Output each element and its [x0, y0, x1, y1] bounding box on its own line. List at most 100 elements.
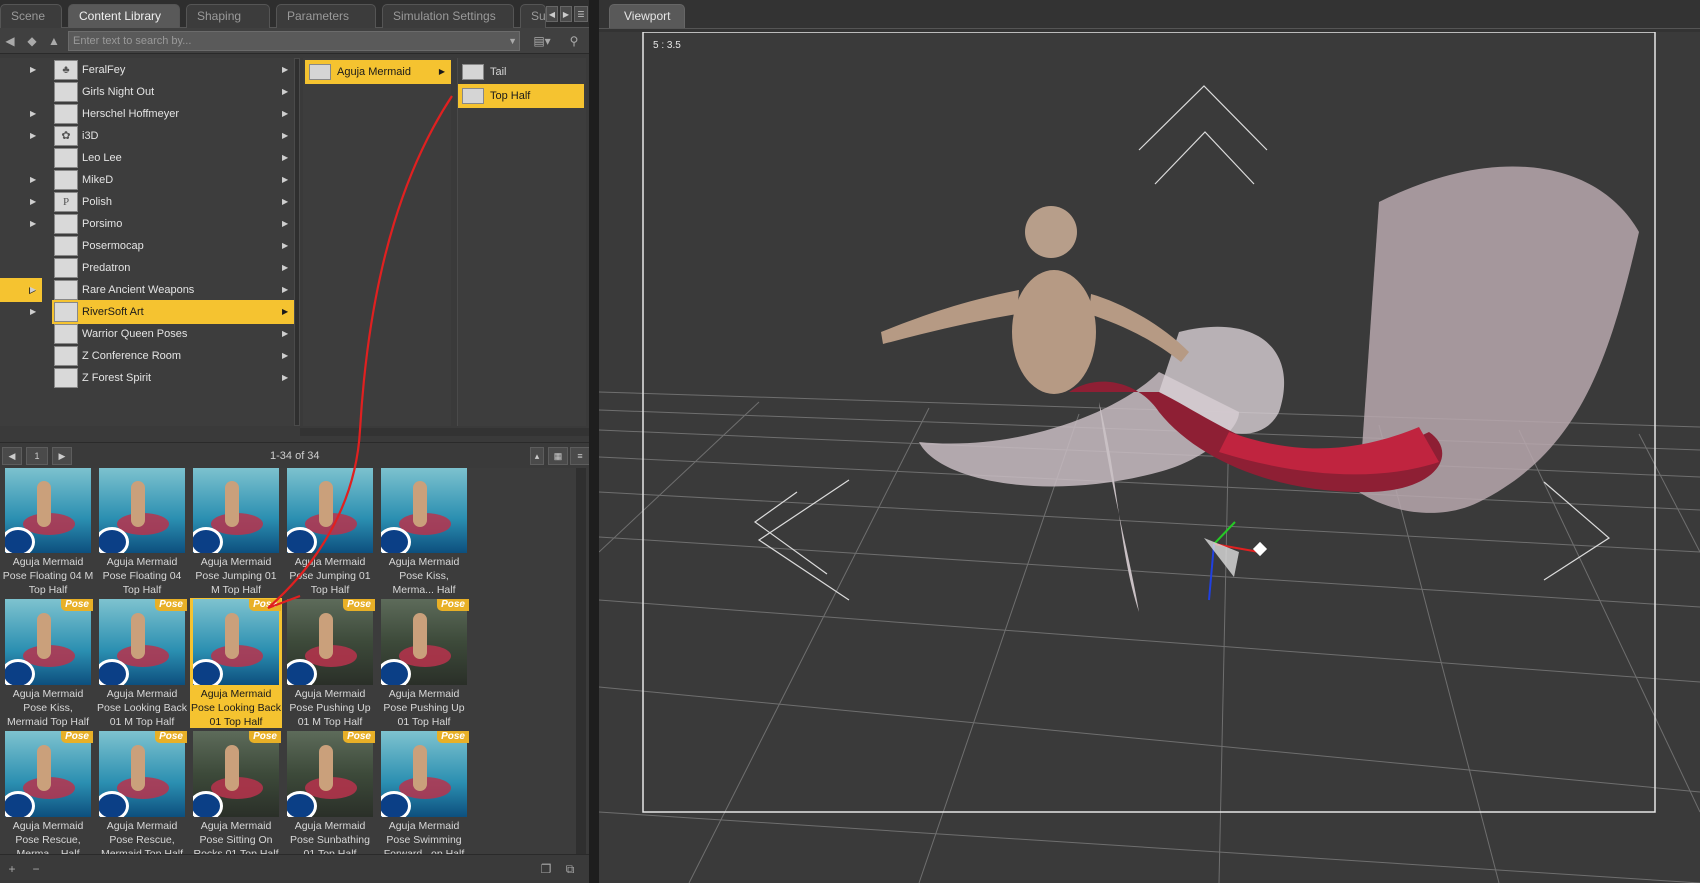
back-icon[interactable]: ◀: [0, 31, 20, 51]
tab-scroll-right-icon[interactable]: ▶: [560, 6, 572, 22]
submenu-arrow-icon: ▶: [282, 241, 289, 250]
columns-horizontal-scrollbar[interactable]: [300, 428, 589, 436]
subsubfolder-column: Tail Top Half: [458, 58, 586, 426]
vendor-folder-icon: [54, 258, 78, 278]
submenu-arrow-icon: ▶: [282, 351, 289, 360]
zoom-slider-icon[interactable]: ▴: [530, 447, 544, 465]
vendor-item[interactable]: Warrior Queen Poses ▶: [0, 322, 294, 346]
forward-icon[interactable]: ◆: [22, 31, 42, 51]
vendor-item[interactable]: Girls Night Out ▶: [0, 80, 294, 104]
tab-shaping[interactable]: Shaping: [186, 4, 270, 28]
folder-tail[interactable]: Tail: [458, 60, 584, 84]
content-thumbnail[interactable]: Pose Aguja Mermaid Pose Pushing Up 01 Top…: [378, 598, 470, 728]
vendor-item[interactable]: ▶ P Polish ▶: [0, 190, 294, 214]
vendor-item[interactable]: ▶ ♣ FeralFey ▶: [0, 58, 294, 82]
vendor-label: MikeD: [82, 174, 114, 186]
content-thumbnail[interactable]: Aguja Mermaid Pose Floating 04 M Top Hal…: [2, 468, 94, 596]
figure-shape: [225, 745, 239, 791]
expand-arrow-icon[interactable]: ▶: [30, 285, 36, 294]
thumbnail-image: [193, 599, 279, 685]
content-thumbnail[interactable]: Aguja Mermaid Pose Kiss, Merma... Half: [378, 468, 470, 596]
vendor-item[interactable]: Predatron ▶: [0, 256, 294, 280]
vendor-item[interactable]: ▶ Herschel Hoffmeyer ▶: [0, 102, 294, 126]
tab-surfaces[interactable]: Su: [520, 4, 546, 28]
tab-simulation-settings[interactable]: Simulation Settings: [382, 4, 514, 28]
figure-shape: [319, 613, 333, 659]
add-icon[interactable]: +: [2, 859, 22, 879]
folder-top-half[interactable]: Top Half: [458, 84, 584, 108]
up-folder-icon[interactable]: ▲: [44, 31, 64, 51]
content-thumbnail[interactable]: Pose Aguja Mermaid Pose Swimming Forward.…: [378, 730, 470, 854]
search-box: ▼: [68, 31, 520, 51]
tab-scroll-left-icon[interactable]: ◀: [546, 6, 558, 22]
content-thumbnail[interactable]: Pose Aguja Mermaid Pose Kiss, Mermaid Top…: [2, 598, 94, 728]
vendor-item[interactable]: ▶ RiverSoft Art ▶: [0, 300, 294, 324]
vendor-item[interactable]: ▶ MikeD ▶: [0, 168, 294, 192]
content-thumbnail[interactable]: Aguja Mermaid Pose Jumping 01 Top Half: [284, 468, 376, 596]
grid-scrollbar[interactable]: [576, 468, 586, 854]
tab-scene[interactable]: Scene: [0, 4, 62, 28]
icon-view-icon[interactable]: ▦: [548, 447, 568, 465]
vendor-folder-icon: [54, 280, 78, 300]
pane-menu-icon[interactable]: ☰: [574, 6, 588, 22]
database-icon[interactable]: ▤▾: [524, 31, 560, 51]
remove-icon[interactable]: −: [26, 859, 46, 879]
brand-wave-icon: [287, 527, 317, 553]
content-thumbnail[interactable]: Pose Aguja Mermaid Pose Looking Back 01 M…: [96, 598, 188, 728]
expand-arrow-icon[interactable]: ▶: [30, 131, 36, 140]
submenu-arrow-icon: ▶: [282, 197, 289, 206]
left-tab-bar: Scene Content Library Shaping Parameters…: [0, 0, 589, 28]
prev-page-icon[interactable]: ◀: [2, 447, 22, 465]
thumbnail-image: [99, 731, 185, 817]
search-icon[interactable]: ⚲: [564, 31, 584, 51]
vendor-folder-icon: [54, 368, 78, 388]
content-thumbnail[interactable]: Pose Aguja Mermaid Pose Pushing Up 01 M T…: [284, 598, 376, 728]
search-input[interactable]: [69, 32, 499, 50]
vendor-item[interactable]: Z Conference Room ▶: [0, 344, 294, 368]
content-thumbnail[interactable]: Aguja Mermaid Pose Floating 04 Top Half: [96, 468, 188, 596]
library-bottom-bar: + − ❐ ⧉: [0, 854, 589, 883]
vendor-item[interactable]: Leo Lee ▶: [0, 146, 294, 170]
expand-arrow-icon[interactable]: ▶: [30, 175, 36, 184]
content-thumbnail[interactable]: Pose Aguja Mermaid Pose Sunbathing 01 Top…: [284, 730, 376, 854]
thumbnail-image: [99, 599, 185, 685]
tree-scrollbar[interactable]: [294, 58, 300, 426]
expand-arrow-icon[interactable]: ▶: [30, 109, 36, 118]
expand-arrow-icon[interactable]: ▶: [30, 307, 36, 316]
list-view-icon[interactable]: ≡: [570, 447, 590, 465]
expand-arrow-icon[interactable]: ▶: [30, 197, 36, 206]
search-dropdown-icon[interactable]: ▼: [508, 32, 517, 50]
submenu-arrow-icon: ▶: [282, 87, 289, 96]
vendor-label: Warrior Queen Poses: [82, 328, 188, 340]
page-number[interactable]: 1: [26, 447, 48, 465]
vendor-item[interactable]: ▶ Porsimo ▶: [0, 212, 294, 236]
copy-icon[interactable]: ❐: [536, 859, 556, 879]
vendor-item[interactable]: ▶ ✿ i3D ▶: [0, 124, 294, 148]
content-thumbnail[interactable]: Pose Aguja Mermaid Pose Sitting On Rocks …: [190, 730, 282, 854]
thumbnail-caption: Aguja Mermaid Pose Kiss, Merma... Half: [388, 556, 460, 596]
pane-splitter[interactable]: [589, 0, 599, 883]
brand-wave-icon: [99, 527, 129, 553]
content-thumbnail[interactable]: Pose Aguja Mermaid Pose Looking Back 01 T…: [190, 598, 282, 728]
expand-arrow-icon[interactable]: ▶: [30, 219, 36, 228]
content-thumbnail[interactable]: Pose Aguja Mermaid Pose Rescue, Merma... …: [2, 730, 94, 854]
next-page-icon[interactable]: ▶: [52, 447, 72, 465]
expand-arrow-icon[interactable]: ▶: [30, 65, 36, 74]
vendor-item[interactable]: ▶ Rare Ancient Weapons ▶: [0, 278, 294, 302]
content-thumbnail[interactable]: Pose Aguja Mermaid Pose Rescue, Mermaid T…: [96, 730, 188, 854]
tab-viewport[interactable]: Viewport: [609, 4, 686, 28]
3d-viewport[interactable]: 5 : 3.5: [599, 32, 1700, 883]
content-thumbnail[interactable]: Aguja Mermaid Pose Jumping 01 M Top Half: [190, 468, 282, 596]
options-icon[interactable]: ⧉: [560, 859, 580, 879]
submenu-arrow-icon: ▶: [282, 373, 289, 382]
daz-studio-window: Scene Content Library Shaping Parameters…: [0, 0, 1700, 883]
folder-label: Top Half: [490, 90, 531, 102]
folder-aguja-mermaid[interactable]: Aguja Mermaid ▶: [305, 60, 451, 84]
vendor-label: Z Conference Room: [82, 350, 182, 362]
vendor-item[interactable]: Z Forest Spirit ▶: [0, 366, 294, 390]
brand-wave-icon: [287, 791, 317, 817]
tab-content-library[interactable]: Content Library: [68, 4, 180, 28]
tab-parameters[interactable]: Parameters: [276, 4, 376, 28]
vendor-item[interactable]: Posermocap ▶: [0, 234, 294, 258]
brand-wave-icon: [5, 527, 35, 553]
